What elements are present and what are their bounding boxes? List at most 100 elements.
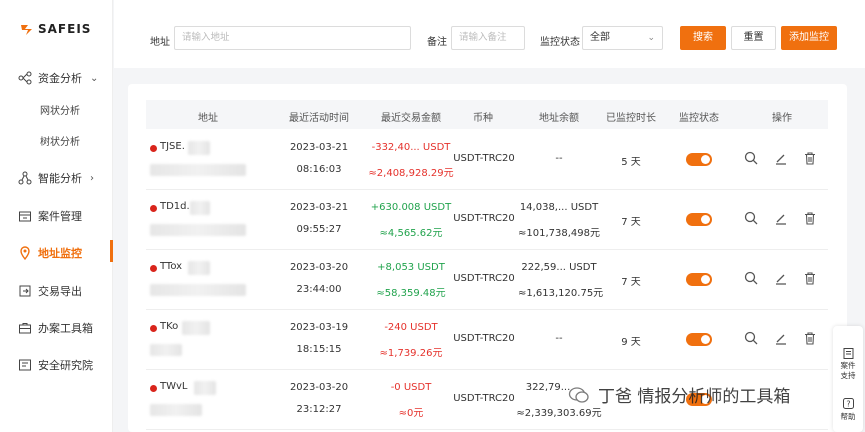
table-row[interactable]: TJSE. 2023-03-21 08:16:03 -332,40... USD… [146,130,828,190]
sidebar-item-toolbox[interactable]: 办案工具箱 [18,320,93,336]
row-currency: USDT-TRC20 [453,393,515,404]
row-time: 23:12:27 [296,404,342,415]
edit-icon[interactable] [774,271,788,285]
status-select[interactable]: 全部 ⌄ [582,26,663,50]
sidebar-item-transaction-export[interactable]: 交易导出 [18,283,82,299]
help-icon: ? [842,398,854,409]
search-icon[interactable] [744,211,758,225]
chevron-down-icon: ⌄ [90,72,99,84]
row-amount-cny: ≈4,565.62元 [379,228,443,239]
sidebar-item-case-management[interactable]: 案件管理 [18,208,82,224]
monitor-toggle[interactable] [686,333,712,346]
row-duration: 9 天 [621,337,641,348]
case-support-button[interactable]: 案件 支持 [833,348,863,381]
row-amount-cny: ≈0元 [398,408,424,419]
row-amount-cny: ≈1,739.26元 [379,348,443,359]
table-row[interactable]: TTox 2023-03-20 23:44:00 +8,053 USDT ≈58… [146,250,828,310]
address-input[interactable]: 请输入地址 [174,26,411,50]
sidebar-item-label: 资金分析 [38,72,82,85]
row-balance: 14,038,... USDT [519,202,599,213]
col-last-amount: 最近交易金额 [381,113,441,124]
edit-icon[interactable] [774,151,788,165]
row-amount: -332,40... USDT [371,142,451,153]
row-balance: -- [555,153,563,164]
sidebar-subitem-tree[interactable]: 树状分析 [40,133,80,148]
row-amount-cny: ≈58,359.48元 [376,288,446,299]
note-input[interactable]: 请输入备注 [451,26,525,50]
monitor-toggle[interactable] [686,273,712,286]
sidebar-subitem-network[interactable]: 网状分析 [40,102,80,117]
col-address: 地址 [198,113,218,124]
status-select-value: 全部 [590,32,610,43]
svg-text:?: ? [846,400,850,409]
search-button[interactable]: 搜索 [680,26,726,50]
monitor-table-panel: 地址 最近活动时间 最近交易金额 币种 地址余额 已监控时长 监控状态 操作 T… [128,84,847,432]
masked-note [150,344,182,356]
brand-name: SAFEIS [38,22,92,36]
row-time: 08:16:03 [296,164,342,175]
add-monitor-button[interactable]: 添加监控 [781,26,837,50]
search-icon[interactable] [744,331,758,345]
folder-icon [18,209,32,223]
sidebar-item-smart-analysis[interactable]: 智能分析 › [18,170,94,186]
filter-bar: 地址 请输入地址 备注 请输入备注 监控状态 全部 ⌄ 搜索 重置 添加监控 [114,0,865,68]
edit-icon[interactable] [774,211,788,225]
delete-icon[interactable] [803,331,817,345]
row-address[interactable]: TKo [160,321,178,332]
sidebar-item-label: 安全研究院 [38,359,93,372]
safeis-logo-icon [21,25,32,35]
wechat-icon [568,386,589,403]
masked-address [188,141,210,155]
col-currency: 币种 [473,113,493,124]
table-row[interactable]: TKo 2023-03-19 18:15:15 -240 USDT ≈1,739… [146,310,828,370]
col-status: 监控状态 [679,113,719,124]
row-address[interactable]: TWvL [160,381,188,392]
row-currency: USDT-TRC20 [453,273,515,284]
row-address[interactable]: TJSE. [160,141,185,152]
row-address[interactable]: TTox [160,261,182,272]
help-button[interactable]: ? 帮助 [833,398,863,422]
row-address[interactable]: TD1d. [160,201,190,212]
row-amount: +630.008 USDT [370,202,452,213]
sidebar-item-address-monitor[interactable]: 地址监控 [18,245,82,261]
delete-icon[interactable] [803,151,817,165]
logo[interactable]: SAFEIS [20,22,91,36]
sidebar-item-research-institute[interactable]: 安全研究院 [18,357,93,373]
sidebar-item-fund-analysis[interactable]: 资金分析 ⌄ [18,70,98,86]
case-support-label: 案件 支持 [840,361,856,380]
masked-note [150,224,246,236]
risk-dot-icon [150,205,157,212]
delete-icon[interactable] [803,211,817,225]
table-header: 地址 最近活动时间 最近交易金额 币种 地址余额 已监控时长 监控状态 操作 [146,100,828,129]
row-balance-cny: ≈101,738,498元 [518,228,600,239]
table-row[interactable]: TD1d. 2023-03-21 09:55:27 +630.008 USDT … [146,190,828,250]
row-time: 23:44:00 [296,284,342,295]
row-date: 2023-03-21 [289,202,349,213]
risk-dot-icon [150,385,157,392]
export-icon [18,284,32,298]
help-label: 帮助 [840,412,856,421]
row-currency: USDT-TRC20 [453,213,515,224]
row-time: 09:55:27 [296,224,342,235]
row-currency: USDT-TRC20 [453,333,515,344]
edit-icon[interactable] [774,331,788,345]
monitor-toggle[interactable] [686,153,712,166]
row-amount-cny: ≈2,408,928.29元 [368,168,454,179]
masked-address [194,381,216,395]
toolbox-icon [18,321,32,335]
sidebar-item-label: 办案工具箱 [38,322,93,335]
location-icon [18,246,32,260]
search-icon[interactable] [744,151,758,165]
institute-icon [18,358,32,372]
masked-address [182,321,210,335]
delete-icon[interactable] [803,271,817,285]
col-duration: 已监控时长 [606,113,656,124]
search-icon[interactable] [744,271,758,285]
reset-button[interactable]: 重置 [731,26,776,50]
monitor-toggle[interactable] [686,213,712,226]
masked-note [150,404,202,416]
chevron-down-icon: ⌄ [647,33,655,43]
row-currency: USDT-TRC20 [453,153,515,164]
col-actions: 操作 [772,113,792,124]
address-label: 地址 [150,37,170,48]
